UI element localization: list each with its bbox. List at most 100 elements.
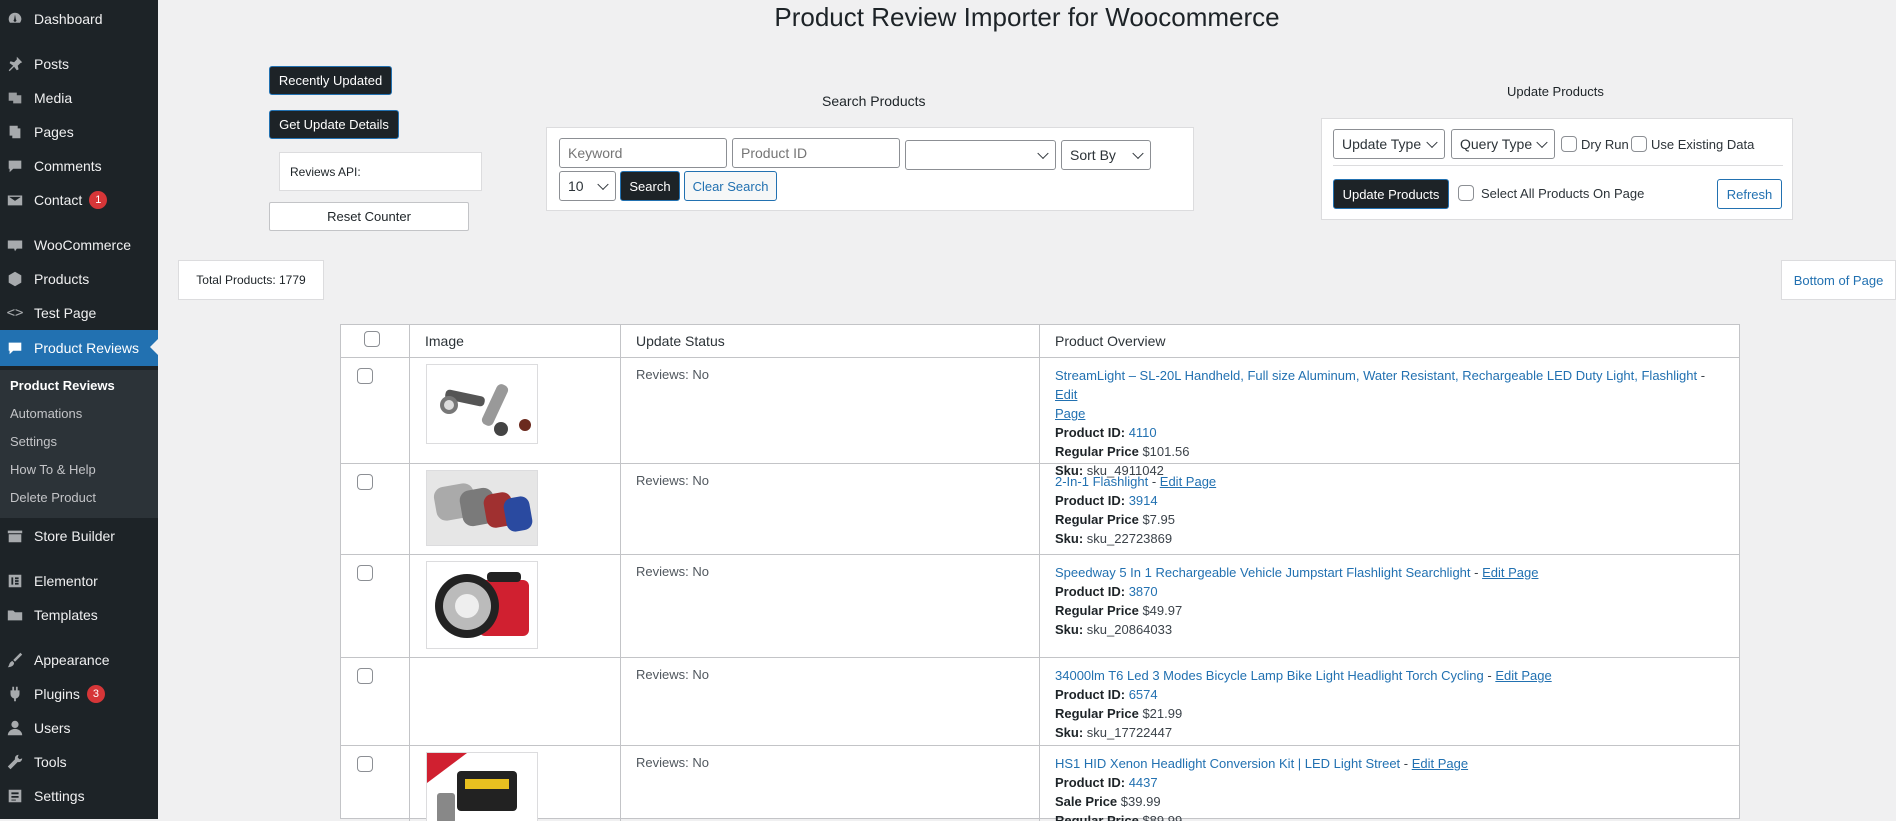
edit-page-link[interactable]: Edit Page	[1495, 668, 1551, 683]
menu-settings[interactable]: Settings	[0, 779, 158, 813]
product-id-input[interactable]	[732, 138, 900, 168]
table-row: Reviews: No 2-In-1 Flashlight - Edit Pag…	[341, 463, 1739, 555]
sort-by-select[interactable]: Sort By	[1061, 140, 1151, 170]
select-all-checkbox[interactable]	[1458, 185, 1474, 201]
product-overview: Speedway 5 In 1 Rechargeable Vehicle Jum…	[1055, 565, 1539, 637]
product-overview: 2-In-1 Flashlight - Edit Page Product ID…	[1055, 474, 1217, 546]
product-thumbnail[interactable]	[426, 364, 538, 444]
product-thumbnail[interactable]	[426, 470, 538, 546]
edit-page-link-cont[interactable]: Page	[1055, 406, 1085, 421]
product-id-value[interactable]: 4437	[1129, 775, 1158, 790]
submenu-automations[interactable]: Automations	[10, 406, 82, 421]
submenu-delete-product[interactable]: Delete Product	[10, 490, 96, 505]
sku-value: sku_17722447	[1086, 725, 1173, 740]
pages-icon	[6, 123, 24, 141]
use-existing-data-checkbox[interactable]	[1631, 136, 1647, 152]
price-value: $21.99	[1142, 706, 1183, 721]
menu-store-builder[interactable]: Store Builder	[0, 519, 158, 553]
product-id-value[interactable]: 4110	[1129, 425, 1157, 440]
edit-page-link[interactable]: Edit Page	[1412, 756, 1468, 771]
sale-price-value: $39.99	[1120, 794, 1161, 809]
menu-elementor[interactable]: Elementor	[0, 564, 158, 598]
edit-page-link[interactable]: Edit	[1055, 387, 1077, 402]
menu-products[interactable]: Products	[0, 262, 158, 296]
select-all-rows-checkbox[interactable]	[364, 331, 380, 347]
keyword-input[interactable]	[559, 138, 727, 168]
product-id-value[interactable]: 6574	[1129, 687, 1158, 702]
edit-page-link[interactable]: Edit Page	[1482, 565, 1538, 580]
menu-woocommerce[interactable]: WooCommerce	[0, 228, 158, 262]
product-id-value[interactable]: 3870	[1129, 584, 1158, 599]
dashboard-icon	[6, 10, 24, 28]
chevron-down-icon	[1132, 147, 1144, 160]
total-products-box: Total Products: 1779	[178, 260, 324, 300]
update-products-heading: Update Products	[1507, 84, 1604, 99]
code-icon: <>	[6, 305, 24, 321]
menu-dashboard[interactable]: Dashboard	[0, 2, 158, 36]
menu-product-reviews[interactable]: Product Reviews	[0, 330, 158, 366]
product-id-value[interactable]: 3914	[1129, 493, 1158, 508]
pin-icon	[6, 55, 24, 73]
comment-icon	[6, 157, 24, 175]
update-status: Reviews: No	[636, 564, 709, 579]
update-type-select[interactable]: Update Type	[1333, 129, 1445, 159]
submenu-how-to-help[interactable]: How To & Help	[10, 462, 96, 477]
query-type-select[interactable]: Query Type	[1451, 129, 1555, 159]
menu-tools[interactable]: Tools	[0, 745, 158, 779]
sku-value: sku_22723869	[1086, 531, 1173, 546]
total-products-count: Total Products: 1779	[196, 273, 306, 287]
menu-pages[interactable]: Pages	[0, 115, 158, 149]
menu-test-page[interactable]: <> Test Page	[0, 296, 158, 330]
menu-posts[interactable]: Posts	[0, 47, 158, 81]
dry-run-checkbox[interactable]	[1561, 136, 1577, 152]
price-value: $7.95	[1142, 512, 1175, 527]
menu-media[interactable]: Media	[0, 81, 158, 115]
reset-counter-button[interactable]: Reset Counter	[269, 202, 469, 231]
chevron-down-icon	[1426, 136, 1438, 149]
search-button[interactable]: Search	[620, 171, 680, 201]
product-title-link[interactable]: Speedway 5 In 1 Rechargeable Vehicle Jum…	[1055, 565, 1471, 580]
get-update-details-button[interactable]: Get Update Details	[269, 110, 399, 139]
recently-updated-button[interactable]: Recently Updated	[269, 66, 392, 95]
product-thumbnail[interactable]	[426, 752, 538, 821]
header-update-status: Update Status	[636, 333, 725, 349]
price-value: $101.56	[1142, 444, 1190, 459]
row-checkbox[interactable]	[357, 474, 373, 490]
header-product-overview: Product Overview	[1055, 333, 1166, 349]
menu-users[interactable]: Users	[0, 711, 158, 745]
clear-search-button[interactable]: Clear Search	[684, 171, 777, 201]
product-title-link[interactable]: 2-In-1 Flashlight	[1055, 474, 1148, 489]
row-checkbox[interactable]	[357, 756, 373, 772]
submenu-settings[interactable]: Settings	[10, 434, 57, 449]
menu-comments[interactable]: Comments	[0, 149, 158, 183]
menu-templates[interactable]: Templates	[0, 598, 158, 632]
wrench-icon	[6, 753, 24, 771]
plugins-count-badge: 3	[86, 685, 105, 703]
user-icon	[6, 719, 24, 737]
update-products-button[interactable]: Update Products	[1333, 179, 1449, 209]
product-thumbnail[interactable]	[426, 561, 538, 649]
row-checkbox[interactable]	[357, 668, 373, 684]
row-checkbox[interactable]	[357, 565, 373, 581]
row-checkbox[interactable]	[357, 368, 373, 384]
chevron-down-icon	[1536, 136, 1548, 149]
review-icon	[6, 339, 24, 357]
use-existing-data-label: Use Existing Data	[1651, 137, 1755, 152]
headlight-kit-image	[427, 753, 517, 821]
product-title-link[interactable]: 34000lm T6 Led 3 Modes Bicycle Lamp Bike…	[1055, 668, 1484, 683]
searchlight-image	[435, 572, 529, 638]
menu-plugins[interactable]: Plugins 3	[0, 677, 158, 711]
category-select[interactable]	[905, 140, 1056, 170]
update-status: Reviews: No	[636, 755, 709, 770]
product-title-link[interactable]: StreamLight – SL-20L Handheld, Full size…	[1055, 368, 1697, 383]
menu-appearance[interactable]: Appearance	[0, 643, 158, 677]
bottom-of-page-link[interactable]: Bottom of Page	[1781, 260, 1896, 300]
product-overview: 34000lm T6 Led 3 Modes Bicycle Lamp Bike…	[1055, 668, 1552, 740]
menu-contact[interactable]: Contact 1	[0, 183, 158, 217]
product-title-link[interactable]: HS1 HID Xenon Headlight Conversion Kit |…	[1055, 756, 1400, 771]
per-page-select[interactable]: 10	[559, 171, 616, 201]
submenu-product-reviews[interactable]: Product Reviews	[10, 378, 115, 393]
table-header: Image Update Status Product Overview	[341, 325, 1739, 357]
refresh-button[interactable]: Refresh	[1717, 179, 1782, 209]
edit-page-link[interactable]: Edit Page	[1160, 474, 1216, 489]
